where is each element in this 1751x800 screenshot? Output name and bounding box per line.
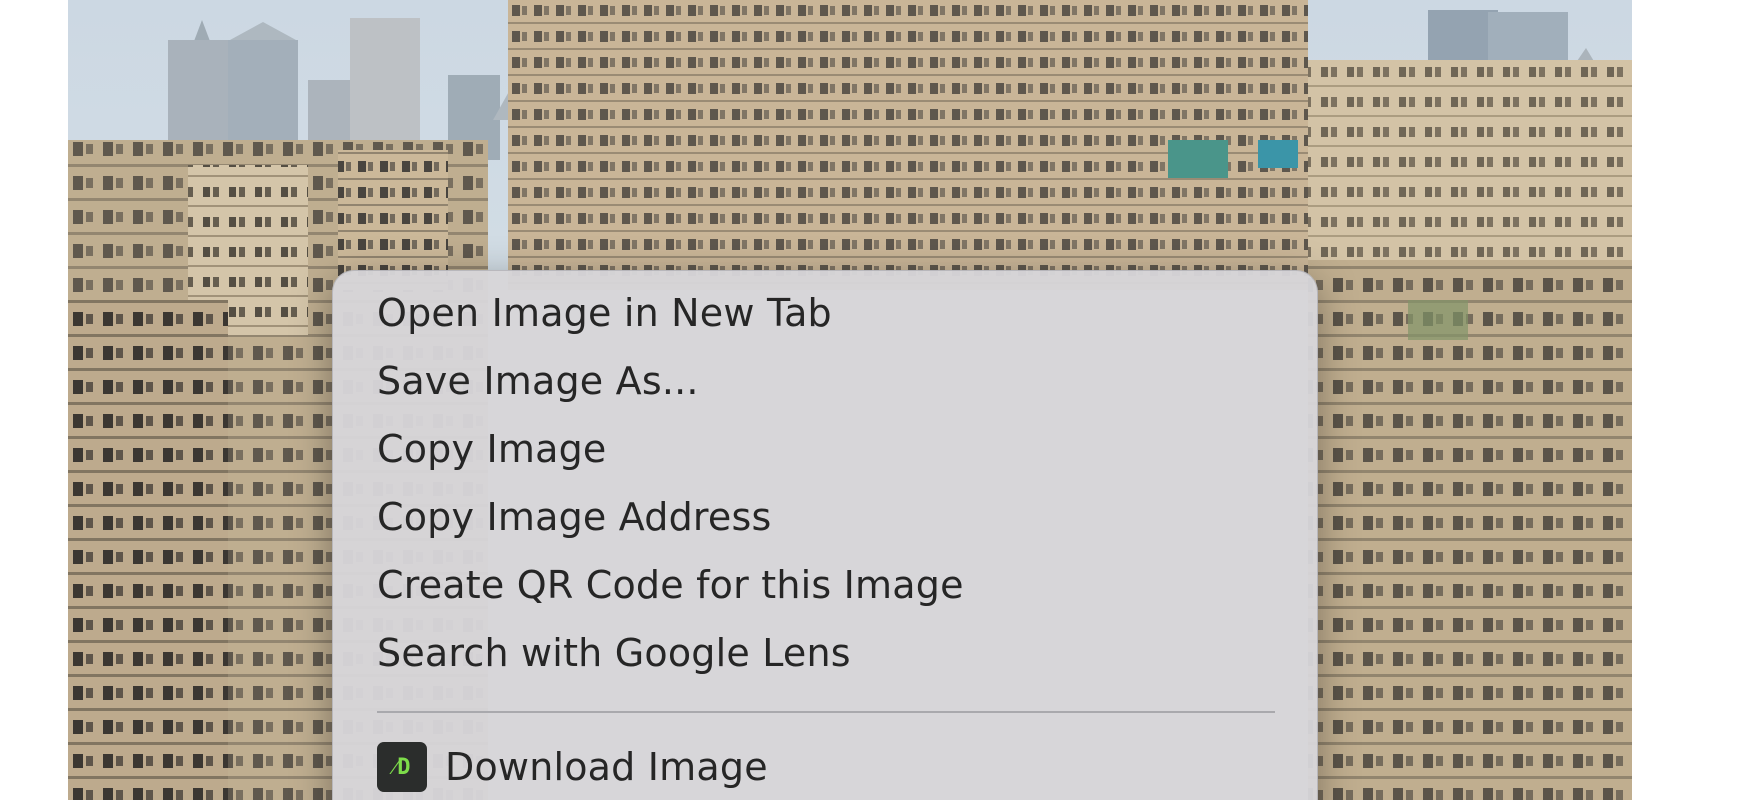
menu-item-label: Copy Image (377, 427, 607, 471)
menu-item-label: Download Image (445, 745, 768, 789)
download-extension-icon: ⁄D (377, 742, 427, 792)
copy-image-address-item[interactable]: Copy Image Address (333, 483, 1317, 551)
menu-separator (377, 711, 1275, 713)
menu-item-label: Copy Image Address (377, 495, 772, 539)
copy-image-item[interactable]: Copy Image (333, 415, 1317, 483)
open-image-in-new-tab-item[interactable]: Open Image in New Tab (333, 279, 1317, 347)
menu-item-label: Save Image As... (377, 359, 699, 403)
search-with-google-lens-item[interactable]: Search with Google Lens (333, 619, 1317, 687)
menu-item-label: Search with Google Lens (377, 631, 851, 675)
save-image-as-item[interactable]: Save Image As... (333, 347, 1317, 415)
download-image-item[interactable]: ⁄D Download Image (333, 733, 1317, 800)
create-qr-code-item[interactable]: Create QR Code for this Image (333, 551, 1317, 619)
image-context-menu: Open Image in New Tab Save Image As... C… (332, 270, 1318, 800)
menu-item-label: Create QR Code for this Image (377, 563, 964, 607)
page: Open Image in New Tab Save Image As... C… (0, 0, 1751, 800)
menu-item-label: Open Image in New Tab (377, 291, 832, 335)
